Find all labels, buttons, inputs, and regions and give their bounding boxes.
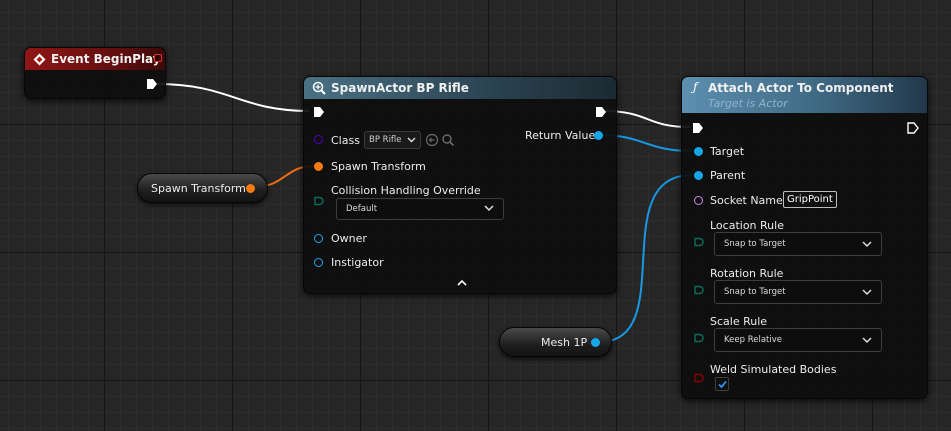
attach-node-subtitle: Target is Actor: [708, 97, 788, 110]
socket-name-input[interactable]: GripPoint: [783, 191, 837, 208]
location-rule-pin[interactable]: [694, 237, 705, 247]
mesh-1p-variable-label: Mesh 1P: [541, 336, 588, 349]
spawn-transform-variable-node[interactable]: Spawn Transform: [137, 173, 268, 203]
return-value-pin[interactable]: [594, 131, 603, 140]
spawn-exec-in-pin[interactable]: [313, 106, 325, 118]
event-node-title: Event BeginPlay: [51, 52, 161, 66]
instigator-pin[interactable]: [314, 258, 323, 267]
location-rule-label: Location Rule: [710, 219, 784, 232]
spawn-transform-variable-label: Spawn Transform: [151, 182, 246, 195]
browse-asset-icon[interactable]: [441, 133, 455, 147]
event-diamond-icon: [33, 53, 46, 66]
target-label: Target: [710, 145, 745, 158]
chevron-down-icon: [862, 241, 872, 248]
parent-label: Parent: [710, 169, 746, 182]
attach-exec-in-pin[interactable]: [692, 122, 704, 134]
attach-exec-out-pin[interactable]: [907, 122, 919, 134]
spawn-transform-pin[interactable]: [314, 162, 323, 171]
mesh-1p-variable-pin[interactable]: [591, 338, 600, 347]
spawn-actor-icon: [312, 81, 326, 95]
attach-node-title: Attach Actor To Component: [708, 81, 894, 95]
class-select[interactable]: BP Rifle: [364, 131, 421, 149]
weld-simulated-bodies-label: Weld Simulated Bodies: [710, 363, 837, 376]
checkmark-icon: [718, 380, 727, 389]
instigator-label: Instigator: [331, 256, 384, 269]
owner-label: Owner: [331, 232, 367, 245]
chevron-down-icon: [862, 289, 872, 296]
class-pin[interactable]: [314, 135, 323, 144]
rotation-rule-pin[interactable]: [694, 285, 705, 295]
parent-pin[interactable]: [694, 171, 703, 180]
class-label: Class: [331, 134, 360, 147]
spawn-exec-out-pin[interactable]: [595, 106, 607, 118]
collision-handling-dropdown[interactable]: Default: [336, 198, 504, 220]
collision-handling-pin[interactable]: [314, 196, 325, 206]
scale-rule-value: Keep Relative: [724, 335, 782, 345]
delegate-pin[interactable]: [154, 54, 162, 62]
spawn-node-title: SpawnActor BP Rifle: [331, 81, 469, 95]
location-rule-dropdown[interactable]: Snap to Target: [714, 232, 882, 256]
owner-pin[interactable]: [314, 234, 323, 243]
target-pin[interactable]: [694, 147, 703, 156]
socket-name-pin[interactable]: [694, 196, 703, 205]
socket-name-label: Socket Name: [710, 194, 783, 207]
scale-rule-dropdown[interactable]: Keep Relative: [714, 328, 882, 352]
collision-handling-label: Collision Handling Override: [331, 184, 481, 197]
event-exec-out-pin[interactable]: [146, 78, 158, 90]
return-value-label: Return Value: [525, 129, 596, 142]
chevron-down-icon: [862, 337, 872, 344]
spawn-transform-label: Spawn Transform: [331, 160, 426, 173]
rotation-rule-label: Rotation Rule: [710, 267, 784, 280]
chevron-up-icon[interactable]: [457, 279, 467, 286]
rotation-rule-value: Snap to Target: [724, 287, 786, 297]
weld-simulated-bodies-pin[interactable]: [694, 373, 705, 383]
scale-rule-label: Scale Rule: [710, 315, 768, 328]
attach-actor-node[interactable]: ƒ Attach Actor To Component Target is Ac…: [681, 76, 928, 399]
weld-simulated-bodies-checkbox[interactable]: [715, 377, 729, 391]
mesh-1p-variable-node[interactable]: Mesh 1P: [499, 327, 612, 357]
spawn-actor-node[interactable]: SpawnActor BP Rifle Class BP Rifle Spawn…: [303, 76, 617, 294]
exec-wire-beginplay-spawn: [156, 83, 310, 112]
event-beginplay-node[interactable]: Event BeginPlay: [24, 47, 166, 99]
collision-handling-value: Default: [346, 204, 378, 214]
class-select-value: BP Rifle: [369, 135, 402, 145]
use-selected-asset-icon[interactable]: [425, 133, 439, 147]
chevron-down-icon: [484, 205, 494, 212]
function-icon: ƒ: [693, 80, 698, 94]
scale-rule-pin[interactable]: [694, 333, 705, 343]
rotation-rule-dropdown[interactable]: Snap to Target: [714, 280, 882, 304]
spawn-transform-variable-pin[interactable]: [246, 184, 255, 193]
chevron-down-icon: [407, 137, 416, 143]
location-rule-value: Snap to Target: [724, 239, 786, 249]
